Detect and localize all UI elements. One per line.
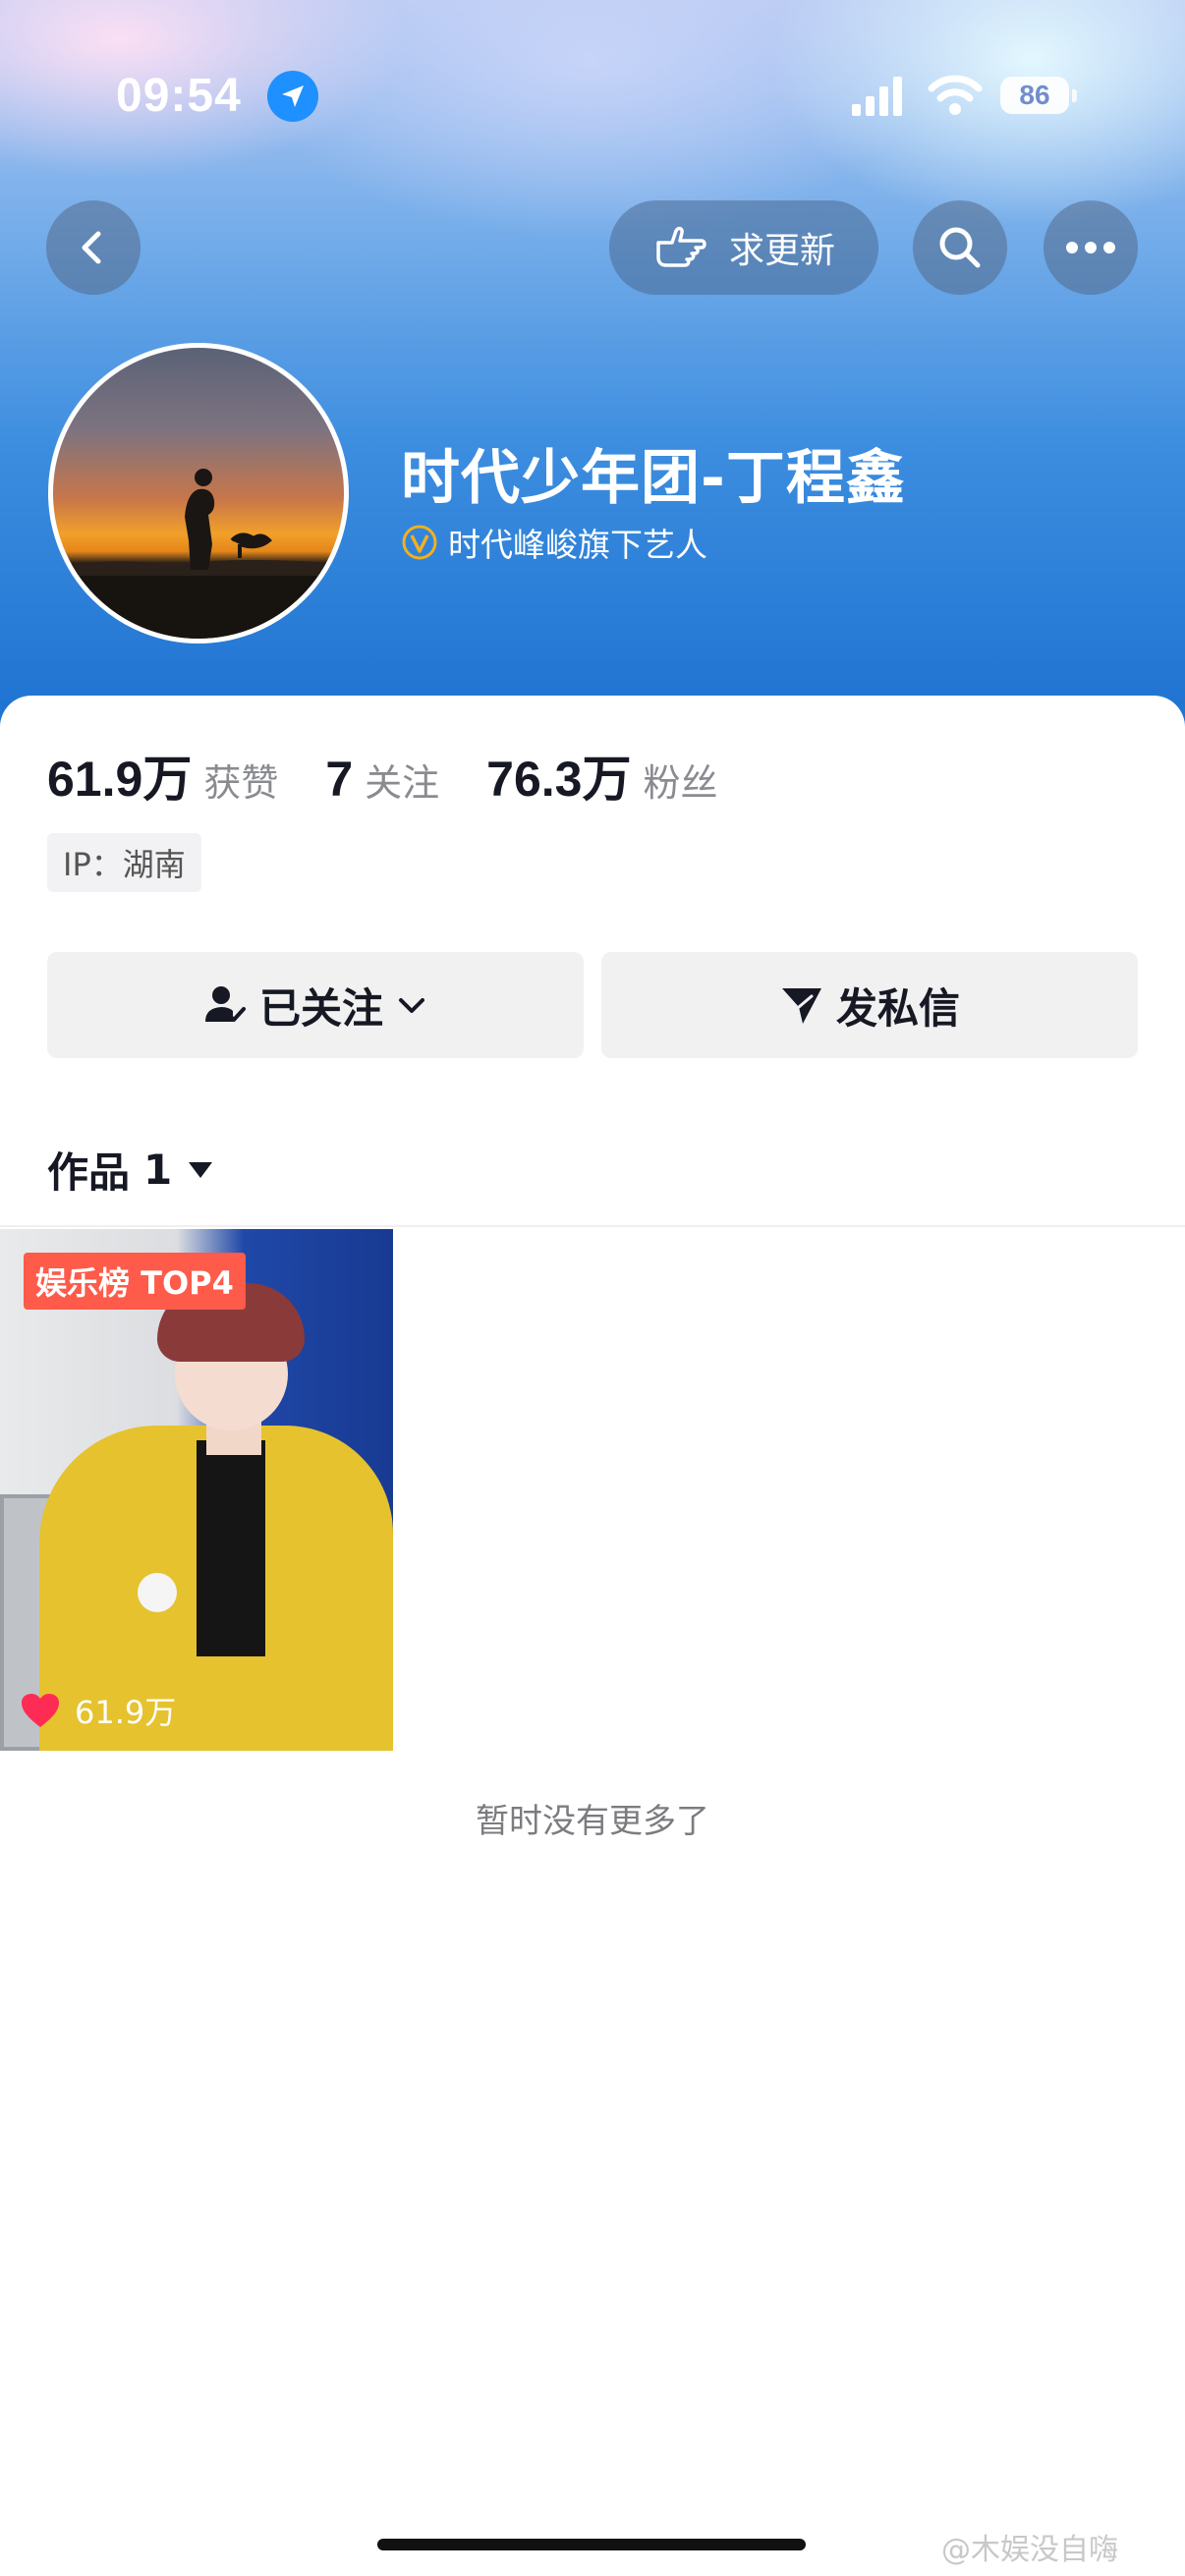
ranking-badge: 娱乐榜 TOP4 [24,1253,246,1310]
request-update-label: 求更新 [728,231,835,271]
wifi-icon [928,75,983,115]
back-button[interactable] [46,200,141,295]
avatar[interactable] [48,343,349,644]
followed-label: 已关注 [258,983,383,1033]
likes-label: 获赞 [203,761,279,805]
works-tab-label: 作品 [47,1148,131,1197]
send-message-button[interactable]: 发私信 [601,952,1138,1058]
following-count[interactable]: 7 [325,751,353,808]
request-update-button[interactable]: 求更新 [609,200,878,295]
battery-level: 86 [1000,77,1069,114]
tab-works[interactable]: 作品 1 [47,1140,215,1200]
watermark: @木娱没自嗨 [941,2533,1118,2567]
send-message-label: 发私信 [835,983,960,1033]
caret-down-icon [189,1161,213,1178]
tab-divider [0,1225,1185,1227]
avatar-silhouette [53,469,344,639]
status-time: 09:54 [116,70,242,122]
works-tab-count: 1 [143,1146,173,1194]
chevron-left-icon [82,231,101,264]
status-bar: 09:54 86 [0,0,1185,187]
profile-nickname: 时代少年团-丁程鑫 [401,444,906,513]
search-icon [939,227,981,268]
verified-badge-icon [402,525,437,560]
location-arrow-icon [267,71,318,122]
thumbnail-shirt [197,1440,265,1656]
thumbnail-ball [138,1573,177,1612]
more-options-button[interactable] [1044,200,1138,295]
battery-cap [1072,89,1077,102]
cellular-signal-icon [852,77,902,116]
search-button[interactable] [913,200,1007,295]
verification-row: 时代峰峻旗下艺人 [401,519,707,566]
no-more-content-text: 暂时没有更多了 [476,1802,709,1841]
followers-count[interactable]: 76.3万 [486,740,631,811]
following-label: 关注 [365,761,440,805]
verification-text: 时代峰峻旗下艺人 [448,526,707,564]
video-likes-count: 61.9万 [75,1694,177,1731]
video-likes: 61.9万 [20,1688,176,1733]
profile-stats: 61.9万 获赞 7 关注 76.3万 粉丝 [47,740,718,811]
heart-icon [22,1694,59,1727]
user-check-icon [204,986,246,1022]
ip-location-badge: IP：湖南 [47,833,201,892]
pointing-hand-icon [656,226,706,267]
followers-label: 粉丝 [643,761,718,805]
more-dots-icon [1066,242,1115,253]
chevron-down-icon [399,998,424,1013]
send-paper-plane-icon [781,988,821,1024]
likes-count[interactable]: 61.9万 [47,740,192,811]
battery-indicator: 86 [1000,77,1079,116]
home-indicator[interactable] [377,2539,806,2550]
followed-button[interactable]: 已关注 [47,952,584,1058]
